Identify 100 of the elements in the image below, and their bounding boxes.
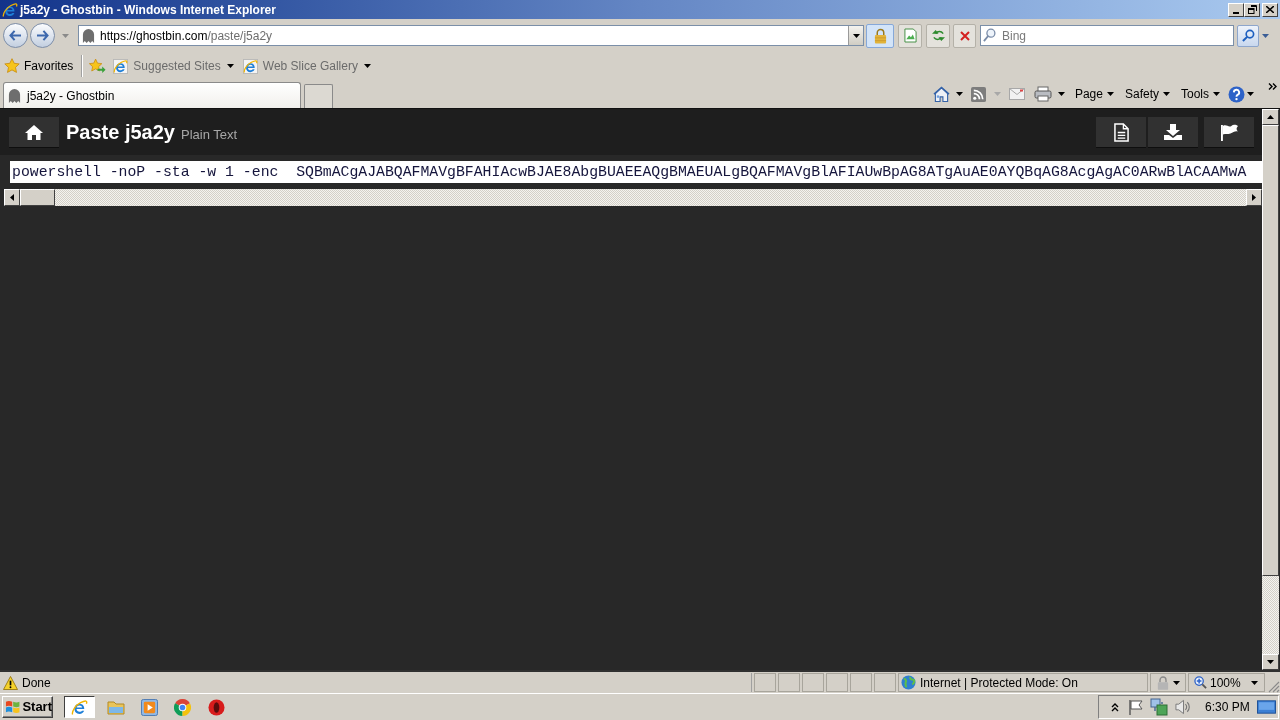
home-button[interactable] [931,83,964,105]
ghost-icon [82,28,95,43]
back-button[interactable] [3,23,28,48]
zoom-button[interactable]: 100% [1188,673,1265,692]
search-field[interactable]: Bing [980,25,1234,46]
caret-icon [226,64,234,68]
status-pane [754,673,776,692]
caret-icon [955,92,963,96]
right-arrow-icon [36,30,49,41]
download-button[interactable] [1148,117,1198,147]
desktop-icon[interactable] [1257,699,1276,715]
forward-button[interactable] [30,23,55,48]
search-icon [1241,29,1255,42]
star-icon [4,58,20,74]
status-pane [778,673,800,692]
feed-icon [970,86,986,102]
address-field[interactable]: https://ghostbin.com/paste/j5a2y [78,25,864,46]
menu-button[interactable]: Tools [1180,83,1221,105]
globe-icon [901,675,916,690]
scrollbar-thumb[interactable] [1262,125,1279,576]
caret-icon[interactable] [1262,33,1269,38]
menu-button[interactable]: Page [1073,83,1115,105]
zoom-in-icon [1194,676,1207,689]
right-triangle-icon [1252,194,1256,201]
network-icon[interactable] [1150,698,1168,716]
home-button[interactable] [9,117,59,147]
url-text: https://ghostbin.com/paste/j5a2y [100,27,273,45]
caret-icon [1106,92,1114,96]
scroll-left-button[interactable] [4,189,20,206]
search-icon [983,28,996,43]
zone-text: Internet | Protected Mode: On [920,674,1078,692]
scroll-right-button[interactable] [1246,189,1262,206]
print-button[interactable] [1032,83,1066,105]
tab[interactable]: j5a2y - Ghostbin [3,82,301,108]
caret-icon [1247,92,1254,96]
lock-icon [873,27,887,44]
four-pane-logo-icon [5,699,21,715]
flag-icon [1219,123,1239,141]
favorites-button[interactable]: Favorites [4,55,76,77]
taskbar-button[interactable] [64,696,95,718]
scroll-up-button[interactable] [1262,109,1279,125]
printer-icon [1033,86,1052,102]
caret-icon [1057,92,1065,96]
lock-icon [1156,675,1169,690]
protected-mode-button[interactable] [1150,673,1186,692]
e-logo-icon [2,1,18,18]
status-pane [850,673,872,692]
caret-icon [363,64,371,68]
up-triangle-icon [1267,115,1274,119]
download-icon [1164,124,1182,140]
minimize-icon [1233,11,1239,14]
close-button[interactable] [1262,2,1278,17]
window-title: j5a2y - Ghostbin - Windows Internet Explorer [20,3,276,16]
down-triangle-icon [1267,660,1274,664]
stop-button[interactable] [953,23,976,48]
home-icon [932,86,950,102]
chevron-up-icon[interactable] [1111,702,1119,712]
caret-icon [1213,92,1220,96]
e-logo-icon [71,698,88,716]
favorites-link[interactable]: Suggested Sites [113,55,234,77]
paste-title: Paste j5a2y [66,122,175,142]
flag-icon[interactable] [1128,699,1144,715]
address-dropdown-button[interactable] [848,26,863,45]
raw-text-button[interactable] [1096,117,1146,147]
status-text: Done [22,674,51,692]
tricolor-circle-icon[interactable] [174,698,191,716]
status-pane [874,673,896,692]
status-pane [826,673,848,692]
caret-icon [993,92,1001,96]
favorites-link[interactable]: Web Slice Gallery [242,55,371,77]
help-icon [1228,85,1245,103]
chevrons-icon[interactable] [1268,83,1277,90]
refresh-icon [930,29,946,42]
clock-text: 6:30 PM [1205,699,1250,716]
compatibility-view-button[interactable] [898,23,922,48]
e-logo-icon [113,58,129,74]
ghost-icon [8,88,21,103]
status-pane [802,673,824,692]
caret-icon [1172,680,1180,685]
ring-icon[interactable] [208,698,225,716]
star-arrow-icon[interactable] [89,58,107,74]
scroll-down-button[interactable] [1262,654,1279,670]
refresh-button[interactable] [926,23,950,48]
left-triangle-icon [10,194,14,201]
search-button[interactable] [1237,24,1259,47]
caret-icon [852,33,860,38]
start-button[interactable]: Start [2,696,53,718]
scrollbar-thumb[interactable] [20,189,55,206]
format-label: Plain Text [181,128,238,141]
resize-grip-icon[interactable] [1268,681,1280,693]
speaker-icon[interactable] [1175,699,1192,715]
menu-button[interactable]: Safety [1123,83,1171,105]
caret-icon [1163,92,1170,96]
caret-icon [1251,680,1258,685]
cross-icon [959,30,970,41]
report-button[interactable] [1204,117,1254,147]
restore-button[interactable] [1244,2,1260,17]
minimize-button[interactable] [1228,2,1244,17]
play-icon[interactable] [141,698,158,716]
restore-icon [1247,5,1257,14]
